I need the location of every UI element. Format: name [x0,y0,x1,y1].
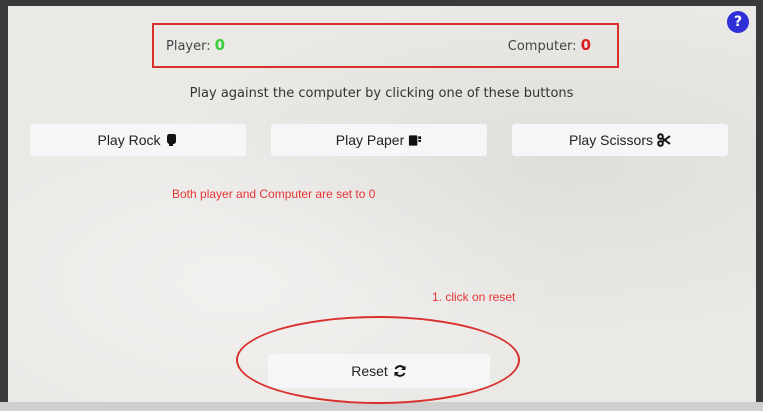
help-button[interactable]: ? [727,11,749,33]
reset-label: Reset [351,363,388,379]
bottom-bar [0,402,763,411]
instructions-text: Play against the computer by clicking on… [189,86,574,101]
hand-paper-icon [408,133,422,147]
computer-score-label: Computer: [507,39,577,54]
play-paper-label: Play Paper [335,132,405,148]
play-rock-label: Play Rock [97,132,161,148]
computer-score-value: 0 [580,36,591,54]
play-scissors-button[interactable]: Play Scissors [512,124,728,156]
play-scissors-label: Play Scissors [568,132,654,148]
play-rock-button[interactable]: Play Rock [30,124,246,156]
hand-rock-icon [165,133,179,147]
player-score-label: Player: [166,39,211,54]
computer-score: Computer: 0 [508,36,591,54]
help-icon: ? [733,14,743,30]
player-score: Player: 0 [166,36,225,54]
player-score-value: 0 [214,36,226,54]
scoreboard-annotation-box: Player: 0 Computer: 0 [152,23,619,68]
status-message: Both player and Computer are set to 0 [172,187,376,201]
sync-icon [393,364,407,378]
annotation-step-text: 1. click on reset [432,290,516,304]
play-paper-button[interactable]: Play Paper [271,124,487,156]
scissors-icon [657,133,671,147]
reset-button[interactable]: Reset [268,354,490,388]
